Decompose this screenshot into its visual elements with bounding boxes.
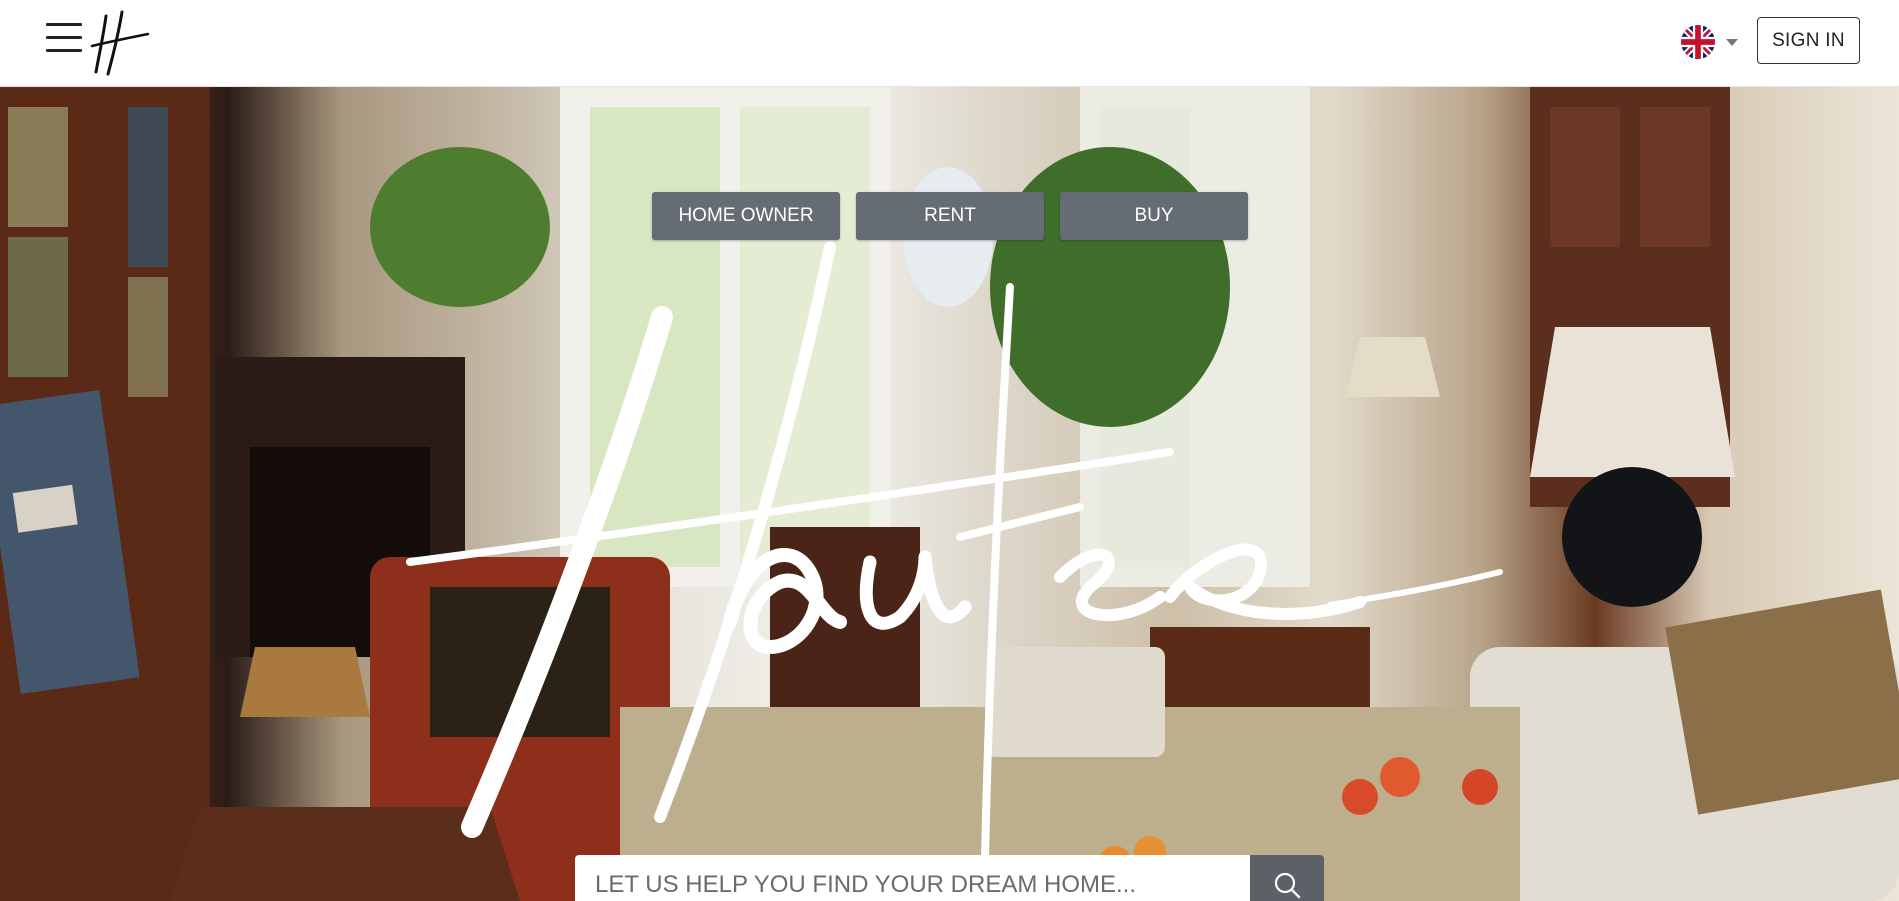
tab-home-owner[interactable]: HOME OWNER (652, 192, 840, 240)
tab-rent[interactable]: RENT (856, 192, 1044, 240)
hero-banner: HOME OWNER RENT BUY (0, 87, 1899, 901)
hautse-monogram-logo[interactable] (88, 10, 152, 76)
top-header: SIGN IN (0, 0, 1899, 87)
hamburger-menu-icon[interactable] (46, 23, 82, 55)
search-button[interactable] (1250, 855, 1324, 901)
sign-in-button[interactable]: SIGN IN (1757, 17, 1860, 64)
tab-buy[interactable]: BUY (1060, 192, 1248, 240)
listing-type-tabs: HOME OWNER RENT BUY (652, 192, 1248, 240)
property-search (575, 855, 1324, 901)
uk-flag-icon[interactable] (1681, 25, 1715, 59)
search-icon (1274, 872, 1301, 899)
search-input[interactable] (575, 855, 1250, 901)
caret-down-icon[interactable] (1726, 39, 1738, 46)
